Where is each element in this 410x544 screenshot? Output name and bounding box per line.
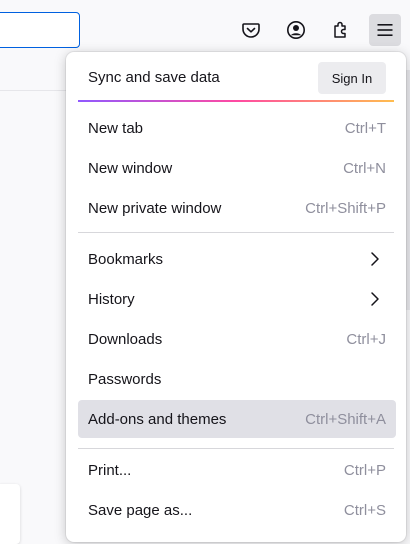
menu-item-label: Add-ons and themes [88,411,227,428]
app-menu-panel: Sync and save data Sign In New tab Ctrl+… [66,52,406,542]
menu-item-label: Bookmarks [88,251,164,268]
content-card [0,484,20,544]
menu-item-label: History [88,291,135,308]
chevron-right-icon [371,292,379,306]
menu-item-save-page-as[interactable]: Save page as... Ctrl+S [78,491,396,529]
menu-item-shortcut: Ctrl+P [343,462,386,479]
header-separator [78,100,394,102]
menu-item-history[interactable]: History [78,280,396,318]
pocket-button[interactable] [235,14,267,46]
menu-item-print[interactable]: Print... Ctrl+P [78,451,396,489]
content-divider [0,90,70,91]
menu-separator [78,232,394,233]
sync-header: Sync and save data Sign In [66,52,406,102]
extensions-button[interactable] [325,14,357,46]
menu-item-label: Save page as... [88,502,193,519]
menu-item-shortcut: Ctrl+J [346,331,386,348]
menu-item-shortcut: Ctrl+N [343,160,386,177]
sign-in-button[interactable]: Sign In [318,62,386,94]
pocket-icon [242,23,260,38]
menu-item-downloads[interactable]: Downloads Ctrl+J [78,320,396,358]
menu-item-label: New window [88,160,173,177]
menu-item-label: Downloads [88,331,163,348]
menu-item-label: New private window [88,200,222,217]
menu-item-addons-and-themes[interactable]: Add-ons and themes Ctrl+Shift+A [78,400,396,438]
menu-item-shortcut: Ctrl+T [344,120,386,137]
menu-item-bookmarks[interactable]: Bookmarks [78,240,396,278]
account-icon [287,21,305,39]
menu-item-label: Passwords [88,371,162,388]
menu-item-passwords[interactable]: Passwords [78,360,396,398]
menu-item-shortcut: Ctrl+Shift+P [305,200,386,217]
menu-item-label: Print... [88,462,132,479]
hamburger-menu-icon [377,24,393,36]
menu-item-new-private-window[interactable]: New private window Ctrl+Shift+P [78,189,396,227]
app-menu-button[interactable] [369,14,401,46]
menu-item-shortcut: Ctrl+Shift+A [305,411,386,428]
address-bar[interactable] [0,12,80,48]
menu-separator [78,448,394,449]
sync-title: Sync and save data [88,69,220,86]
menu-item-label: New tab [88,120,144,137]
extensions-icon [334,21,346,38]
menu-item-shortcut: Ctrl+S [343,502,386,519]
chevron-right-icon [371,252,379,266]
account-button[interactable] [280,14,312,46]
menu-item-new-tab[interactable]: New tab Ctrl+T [78,109,396,147]
menu-item-new-window[interactable]: New window Ctrl+N [78,149,396,187]
